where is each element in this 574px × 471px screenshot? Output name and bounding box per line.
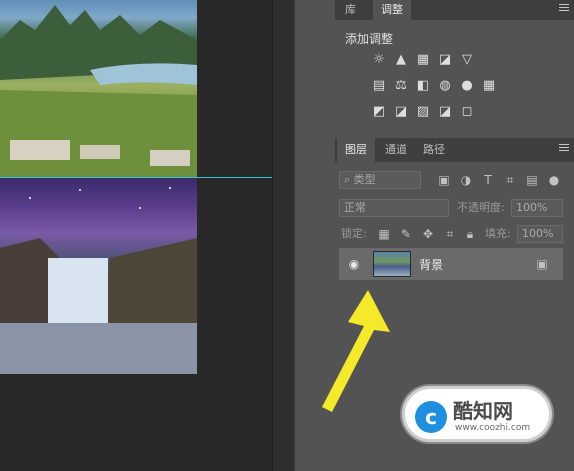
levels-icon[interactable]: ▲ [393,52,409,68]
posterize-icon[interactable]: ◪ [393,104,409,120]
opacity-input[interactable]: 100% [511,199,563,217]
panel-gutter [272,0,294,471]
black-white-icon[interactable]: ◧ [415,78,431,94]
document-canvas[interactable] [0,0,276,471]
layers-tabbar: 图层 通道 路径 [335,138,574,162]
layers-menu-icon[interactable] [559,144,569,154]
fill-input[interactable]: 100% [517,225,563,243]
yellow-arrow-annotation [322,290,390,412]
vibrance-icon[interactable]: ▽ [459,52,475,68]
lock-paint-icon[interactable]: ✎ [399,227,413,241]
shape-filter-icon[interactable]: ⌗ [503,173,517,187]
smart-object-filter-icon[interactable]: ▤ [525,173,539,187]
opacity-label: 不透明度: [457,201,505,214]
layer-item-background[interactable]: ◉ 背景 ▣ [339,248,563,280]
lock-transparent-icon[interactable]: ▦ [377,227,391,241]
tab-channels[interactable]: 通道 [377,138,415,162]
exposure-icon[interactable]: ◪ [437,52,453,68]
color-lookup-icon[interactable]: ▦ [481,78,497,94]
search-icon: ⌕ [344,173,354,186]
brightness-icon[interactable]: ☼ [371,52,387,68]
adjustments-title: 添加调整 [345,32,394,46]
color-balance-icon[interactable]: ⚖ [393,78,409,94]
tab-library[interactable]: 库 [337,0,364,20]
tab-adjustments[interactable]: 调整 [373,0,411,20]
curves-icon[interactable]: ▦ [415,52,431,68]
adjustments-row-3: ◩ ◪ ▨ ◪ ◻ [335,104,574,122]
photoshop-window: 库 调整 添加调整 ☼ ▲ ▦ ◪ ▽ ▤ ⚖ ◧ ◍ ● ▦ ◩ ◪ ▨ ◪ … [0,0,574,471]
watermark-logo: c [415,401,447,433]
library-tabbar: 库 调整 [335,0,574,20]
waterfall-image [0,178,197,374]
landscape-image [0,0,197,177]
tab-paths[interactable]: 路径 [415,138,453,162]
lock-artboard-icon[interactable]: ⌗ [443,227,457,241]
adjustments-row-2: ▤ ⚖ ◧ ◍ ● ▦ [335,78,574,96]
watermark-url: www.coozhi.com [455,423,531,433]
selective-color-icon[interactable]: ◪ [437,104,453,120]
filter-row: ⌕ 类型 ▣ ◑ T ⌗ ▤ ● [335,170,574,190]
gradient-map-icon[interactable]: ◻ [459,104,475,120]
lock-row: 锁定: ▦ ✎ ✥ ⌗ 🔒︎ 填充: 100% [335,224,574,244]
channel-mixer-icon[interactable]: ● [459,78,475,94]
type-filter-icon[interactable]: T [481,173,495,187]
blend-row: 正常 不透明度: 100% [335,198,574,218]
lock-all-icon[interactable]: 🔒︎ [463,227,477,241]
watermark-name: 酷知网 [453,399,513,423]
hue-saturation-icon[interactable]: ▤ [371,78,387,94]
filter-kind-label: 类型 [353,173,376,186]
lock-position-icon[interactable]: ✥ [421,227,435,241]
filter-kind-select[interactable]: ⌕ 类型 [339,171,421,189]
photo-filter-icon[interactable]: ◍ [437,78,453,94]
layer-name: 背景 [419,258,444,272]
tab-layers[interactable]: 图层 [337,138,375,162]
panel-menu-icon[interactable] [559,4,569,14]
eye-icon[interactable]: ◉ [347,257,361,271]
lock-label: 锁定: [341,227,367,240]
blend-mode-select[interactable]: 正常 [339,199,449,217]
adjustment-filter-icon[interactable]: ◑ [459,173,473,187]
image-filter-icon[interactable]: ▣ [437,173,451,187]
lock-icon[interactable]: ▣ [535,257,549,271]
fill-label: 填充: [485,227,511,240]
watermark-badge: c 酷知网 www.coozhi.com [402,386,552,442]
threshold-icon[interactable]: ▨ [415,104,431,120]
invert-icon[interactable]: ◩ [371,104,387,120]
layer-thumbnail [373,251,411,277]
adjustments-row-1: ☼ ▲ ▦ ◪ ▽ [335,52,574,70]
guide-line[interactable] [0,177,276,178]
filter-toggle-icon[interactable]: ● [547,173,561,187]
